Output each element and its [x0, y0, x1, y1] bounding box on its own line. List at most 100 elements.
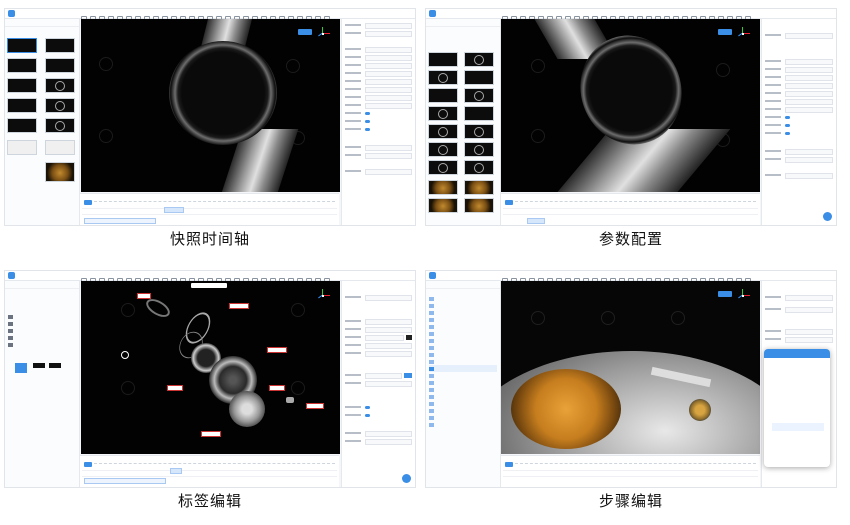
property-field[interactable] [785, 99, 833, 105]
property-field[interactable] [785, 295, 833, 301]
property-field[interactable] [365, 55, 412, 61]
property-field[interactable] [365, 145, 412, 151]
step-item[interactable] [429, 372, 497, 379]
step-item[interactable] [429, 351, 497, 358]
step-item[interactable] [429, 400, 497, 407]
step-item[interactable] [429, 330, 497, 337]
context-menu-item-highlighted[interactable] [772, 423, 824, 431]
property-field[interactable] [785, 75, 833, 81]
property-toggle[interactable] [785, 116, 790, 119]
step-item[interactable] [429, 414, 497, 421]
snapshot-thumb[interactable] [464, 106, 494, 121]
step-item[interactable] [429, 309, 497, 316]
step-item[interactable] [429, 316, 497, 323]
tree-node[interactable] [8, 320, 76, 327]
step-item[interactable] [429, 407, 497, 414]
property-field[interactable] [365, 319, 412, 325]
property-field[interactable] [365, 63, 412, 69]
step-item[interactable] [429, 393, 497, 400]
property-field[interactable] [365, 169, 412, 175]
snapshot-thumb[interactable] [428, 142, 458, 157]
snapshot-thumb[interactable] [428, 124, 458, 139]
property-field[interactable] [365, 87, 412, 93]
property-field[interactable] [785, 67, 833, 73]
step-item[interactable] [429, 295, 497, 302]
property-field[interactable] [365, 343, 412, 349]
context-menu-item[interactable] [772, 403, 824, 411]
snapshot-thumb[interactable] [464, 180, 494, 195]
snapshot-thumb[interactable] [45, 98, 75, 113]
property-field[interactable] [785, 173, 833, 179]
property-field[interactable] [365, 103, 412, 109]
toggle-button[interactable] [404, 373, 412, 378]
part-label[interactable] [306, 403, 324, 409]
property-field[interactable] [785, 307, 833, 313]
snapshot-thumb[interactable] [428, 70, 458, 85]
snapshot-thumb[interactable] [7, 38, 37, 53]
snapshot-thumb[interactable] [428, 52, 458, 67]
property-field[interactable] [365, 153, 412, 159]
exploded-part[interactable] [229, 391, 265, 427]
step-item[interactable] [429, 386, 497, 393]
play-button[interactable] [84, 462, 92, 467]
fab-icon[interactable] [402, 474, 411, 483]
timeline-clip[interactable] [84, 478, 166, 484]
context-menu-item[interactable] [772, 383, 824, 391]
context-menu-item[interactable] [772, 433, 824, 441]
property-field[interactable] [785, 329, 833, 335]
property-field[interactable] [365, 23, 412, 29]
tree-node[interactable] [8, 313, 76, 320]
view-mode-badge[interactable] [718, 29, 732, 35]
property-toggle[interactable] [785, 132, 790, 135]
step-item[interactable] [429, 344, 497, 351]
part-label[interactable] [229, 303, 249, 309]
part-label[interactable] [167, 385, 183, 391]
property-toggle[interactable] [365, 112, 370, 115]
property-field[interactable] [365, 373, 402, 379]
property-toggle[interactable] [365, 406, 370, 409]
play-button[interactable] [505, 200, 513, 205]
panel-tabs[interactable] [5, 281, 79, 289]
snapshot-thumb[interactable] [428, 160, 458, 175]
snapshot-timeline[interactable] [80, 455, 339, 487]
timeline-keyframe[interactable] [170, 468, 182, 474]
property-field[interactable] [785, 107, 833, 113]
gear-part[interactable] [689, 399, 711, 421]
context-menu-item[interactable] [772, 393, 824, 401]
property-field[interactable] [365, 47, 412, 53]
step-item[interactable] [429, 337, 497, 344]
timeline-keyframe[interactable] [527, 218, 545, 224]
snapshot-thumb[interactable] [7, 58, 37, 73]
property-field[interactable] [365, 79, 412, 85]
context-menu-item[interactable] [772, 443, 824, 451]
play-button[interactable] [505, 462, 513, 467]
property-field[interactable] [785, 33, 833, 39]
snapshot-thumb[interactable] [428, 180, 458, 195]
gizmo-axes-icon[interactable] [316, 289, 330, 303]
part-label[interactable] [267, 347, 287, 353]
snapshot-thumb[interactable] [45, 38, 75, 53]
snapshot-timeline[interactable] [80, 193, 339, 225]
timeline-clip[interactable] [84, 218, 156, 224]
anchor-point[interactable] [121, 351, 129, 359]
snapshot-thumb[interactable] [45, 78, 75, 93]
step-item[interactable] [429, 379, 497, 386]
step-item-selected[interactable] [429, 365, 497, 372]
3d-viewport[interactable] [81, 281, 340, 454]
balance-wheel[interactable] [511, 369, 621, 449]
view-mode-badge[interactable] [718, 291, 732, 297]
part-label[interactable] [269, 385, 285, 391]
context-menu-item[interactable] [772, 453, 824, 461]
timeline-keyframe[interactable] [164, 207, 184, 213]
snapshot-thumb[interactable] [7, 98, 37, 113]
snapshot-thumb[interactable] [464, 88, 494, 103]
color-swatch[interactable] [406, 335, 412, 340]
property-field[interactable] [785, 59, 833, 65]
snapshot-thumb[interactable] [7, 140, 37, 155]
property-toggle[interactable] [785, 124, 790, 127]
3d-viewport[interactable] [501, 19, 760, 192]
snapshot-thumb[interactable] [464, 70, 494, 85]
snapshot-thumb[interactable] [45, 118, 75, 133]
snapshot-thumb[interactable] [464, 198, 494, 213]
step-item[interactable] [429, 421, 497, 428]
